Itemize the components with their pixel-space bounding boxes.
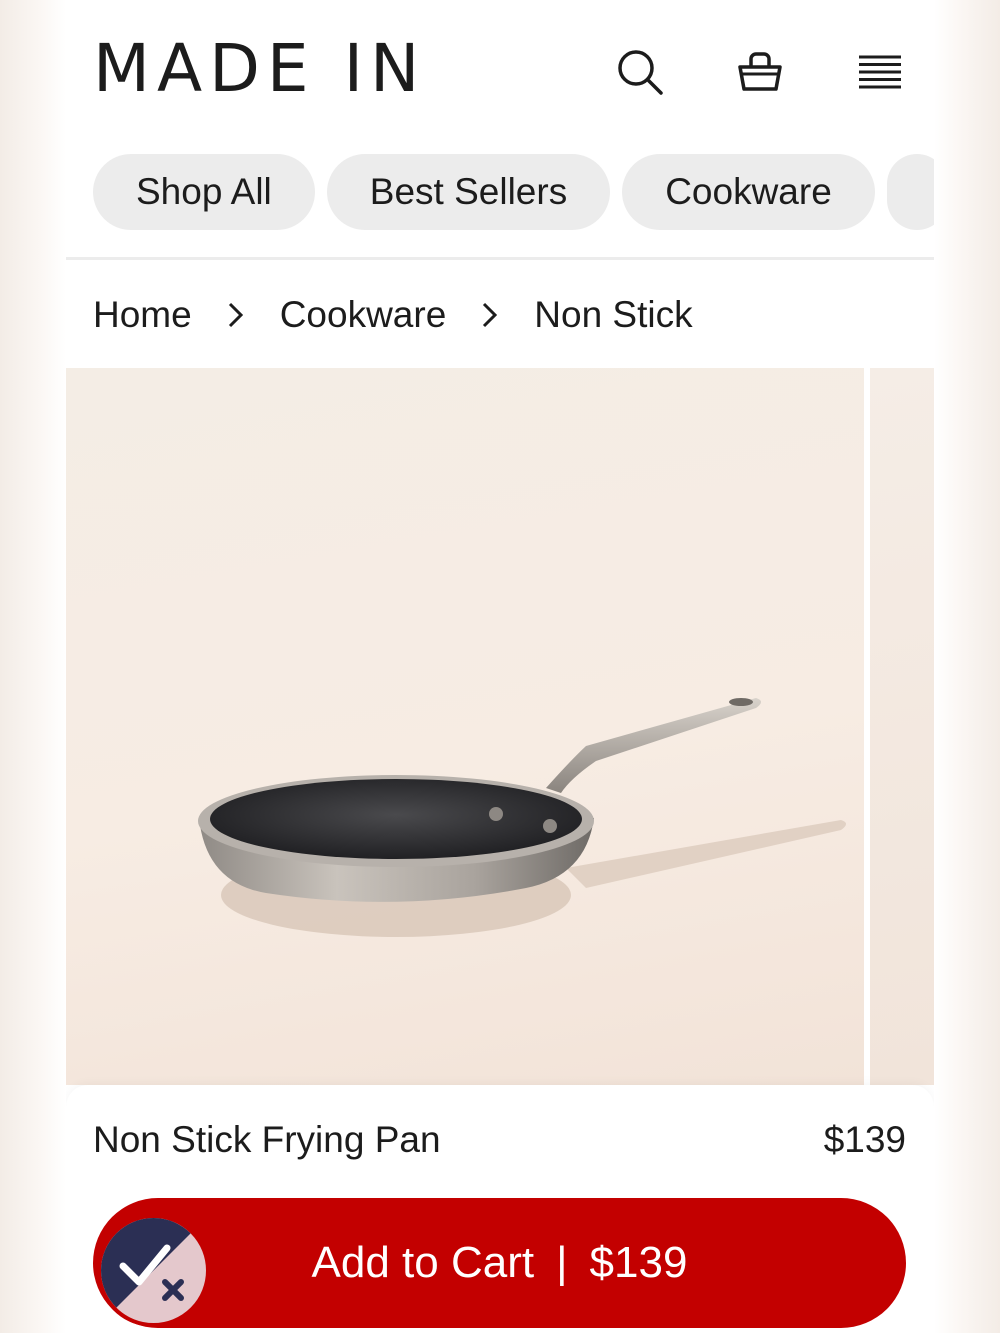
menu-button[interactable]: [852, 44, 908, 100]
chip-next-partial[interactable]: [886, 154, 934, 230]
cart-button[interactable]: [732, 44, 788, 100]
frying-pan-image: [198, 698, 846, 937]
chevron-right-icon: [446, 300, 534, 330]
breadcrumb-home[interactable]: Home: [93, 294, 192, 336]
product-name: Non Stick Frying Pan: [93, 1119, 441, 1160]
chip-cookware[interactable]: Cookware: [622, 154, 875, 230]
accessibility-badge[interactable]: [97, 1214, 210, 1327]
search-icon: [618, 50, 663, 95]
site-header: MADE IN: [66, 0, 934, 150]
add-to-cart-button[interactable]: Add to Cart | $139: [93, 1198, 906, 1328]
header-divider: [66, 257, 934, 260]
chip-shop-all[interactable]: Shop All: [93, 154, 315, 230]
add-to-cart-price: $139: [589, 1238, 688, 1287]
add-to-cart-label: Add to Cart: [311, 1238, 535, 1287]
check-x-icon: [101, 1218, 206, 1323]
brand-logo[interactable]: MADE IN: [93, 36, 426, 102]
breadcrumb-non-stick: Non Stick: [534, 294, 693, 335]
chip-best-sellers[interactable]: Best Sellers: [326, 154, 611, 230]
search-button[interactable]: [612, 44, 668, 100]
shopping-bag-icon: [738, 52, 782, 91]
menu-icon: [859, 55, 901, 89]
category-chips: Shop All Best Sellers Cookware: [93, 154, 934, 230]
product-page: MADE IN Shop All Best Sellers Cookware H…: [66, 0, 934, 1333]
breadcrumb-cookware[interactable]: Cookware: [280, 294, 447, 336]
product-image-carousel[interactable]: [66, 368, 864, 1085]
button-separator: |: [556, 1238, 568, 1287]
next-product-image-peek[interactable]: [870, 368, 934, 1085]
product-price: $139: [823, 1119, 906, 1160]
chevron-right-icon: [192, 300, 280, 330]
breadcrumb: Home Cookware Non Stick: [93, 290, 693, 340]
